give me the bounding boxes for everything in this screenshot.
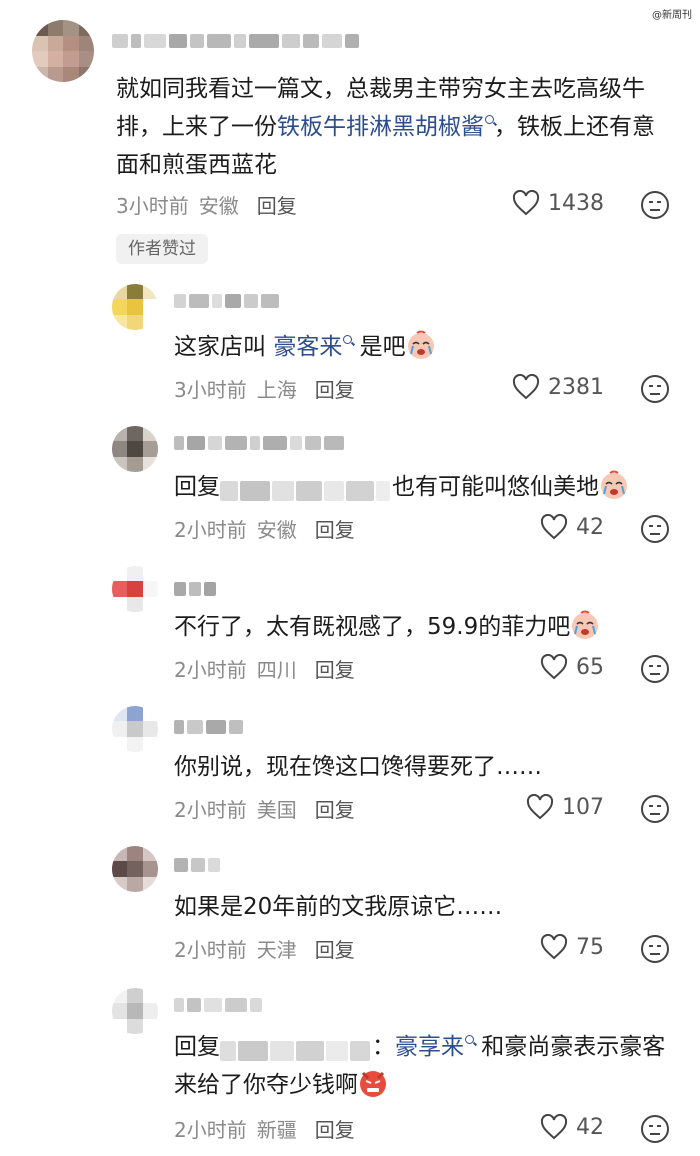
crying-emoji-icon bbox=[572, 610, 599, 639]
comment-text: 你别说，现在馋这口馋得要死了…… bbox=[174, 754, 542, 780]
like-button[interactable]: 75 bbox=[540, 934, 604, 960]
username-blurred[interactable] bbox=[112, 30, 359, 52]
dislike-face-icon[interactable] bbox=[640, 794, 670, 824]
avatar[interactable] bbox=[112, 988, 158, 1034]
location: 四川 bbox=[256, 658, 297, 682]
reply-button[interactable]: 回复 bbox=[315, 374, 355, 403]
watermark: @新周刊 bbox=[652, 10, 692, 21]
username-blurred[interactable] bbox=[174, 854, 220, 876]
username-blurred[interactable] bbox=[174, 994, 262, 1016]
angry-emoji-icon bbox=[360, 1070, 386, 1097]
comment-text: 回复 ：豪享来 和豪尚豪表示豪客来给了你夺少钱啊 bbox=[174, 1034, 666, 1098]
search-link[interactable]: 铁板牛排淋黑胡椒酱 bbox=[277, 114, 494, 140]
username-blurred[interactable] bbox=[174, 290, 279, 312]
avatar[interactable] bbox=[112, 566, 158, 612]
heart-outline-icon bbox=[540, 514, 568, 540]
location: 安徽 bbox=[256, 518, 297, 542]
like-button[interactable]: 2381 bbox=[512, 374, 604, 400]
heart-outline-icon bbox=[526, 794, 554, 820]
timestamp: 3小时前 bbox=[174, 378, 247, 402]
comment-text: 回复 也有可能叫悠仙美地 bbox=[174, 468, 674, 506]
like-button[interactable]: 107 bbox=[526, 794, 604, 820]
comment-meta: 3小时前 安徽 回复 bbox=[116, 190, 297, 219]
dislike-face-icon[interactable] bbox=[640, 190, 670, 220]
dislike-face-icon[interactable] bbox=[640, 514, 670, 544]
search-link[interactable]: 豪享来 bbox=[395, 1034, 474, 1060]
dislike-face-icon[interactable] bbox=[640, 934, 670, 964]
username-blurred[interactable] bbox=[174, 578, 216, 600]
avatar[interactable] bbox=[112, 706, 158, 752]
location: 安徽 bbox=[198, 194, 239, 218]
like-count: 42 bbox=[576, 514, 604, 540]
location: 美国 bbox=[256, 798, 297, 822]
timestamp: 2小时前 bbox=[174, 938, 247, 962]
search-icon bbox=[343, 335, 353, 344]
comment-text: 就如同我看过一篇文，总裁男主带穷女主去吃高级牛排，上来了一份铁板牛排淋黑胡椒酱，… bbox=[116, 76, 655, 178]
reply-button[interactable]: 回复 bbox=[315, 794, 355, 823]
reply-button[interactable]: 回复 bbox=[315, 514, 355, 543]
comment-text: 这家店叫 豪客来 是吧 bbox=[174, 328, 674, 366]
comment-meta: 2小时前 天津 回复 bbox=[174, 934, 355, 963]
comment-meta: 2小时前 美国 回复 bbox=[174, 794, 355, 823]
like-count: 1438 bbox=[548, 190, 604, 216]
like-button[interactable]: 1438 bbox=[512, 190, 604, 216]
timestamp: 2小时前 bbox=[174, 518, 247, 542]
crying-emoji-icon bbox=[407, 330, 434, 359]
location: 上海 bbox=[256, 378, 297, 402]
timestamp: 2小时前 bbox=[174, 658, 247, 682]
timestamp: 2小时前 bbox=[174, 798, 247, 822]
reply-button[interactable]: 回复 bbox=[315, 1114, 355, 1143]
comment-text: 如果是20年前的文我原谅它…… bbox=[174, 894, 503, 920]
timestamp: 3小时前 bbox=[116, 194, 189, 218]
search-link[interactable]: 豪客来 bbox=[273, 334, 353, 360]
comment-meta: 2小时前 新疆 回复 bbox=[174, 1114, 355, 1143]
dislike-face-icon[interactable] bbox=[640, 654, 670, 684]
like-count: 2381 bbox=[548, 374, 604, 400]
crying-emoji-icon bbox=[601, 470, 627, 499]
avatar[interactable] bbox=[112, 426, 158, 472]
reply-button[interactable]: 回复 bbox=[315, 934, 355, 963]
avatar[interactable] bbox=[112, 846, 158, 892]
location: 天津 bbox=[256, 938, 297, 962]
heart-outline-icon bbox=[540, 934, 568, 960]
username-blurred[interactable] bbox=[174, 716, 243, 738]
heart-outline-icon bbox=[540, 1114, 568, 1140]
like-button[interactable]: 42 bbox=[540, 514, 604, 540]
comment-meta: 2小时前 安徽 回复 bbox=[174, 514, 355, 543]
reply-button[interactable]: 回复 bbox=[257, 190, 297, 219]
like-button[interactable]: 42 bbox=[540, 1114, 604, 1140]
author-liked-badge: 作者赞过 bbox=[116, 234, 208, 264]
location: 新疆 bbox=[256, 1118, 297, 1142]
search-icon bbox=[465, 1035, 474, 1044]
like-count: 107 bbox=[562, 794, 604, 820]
mentioned-user-blurred[interactable] bbox=[220, 475, 392, 501]
like-count: 65 bbox=[576, 654, 604, 680]
username-blurred[interactable] bbox=[174, 432, 344, 454]
avatar[interactable] bbox=[32, 20, 94, 82]
timestamp: 2小时前 bbox=[174, 1118, 247, 1142]
like-count: 42 bbox=[576, 1114, 604, 1140]
like-count: 75 bbox=[576, 934, 604, 960]
heart-outline-icon bbox=[540, 654, 568, 680]
search-icon bbox=[485, 115, 494, 124]
dislike-face-icon[interactable] bbox=[640, 374, 670, 404]
heart-outline-icon bbox=[512, 190, 540, 216]
avatar[interactable] bbox=[112, 284, 158, 330]
heart-outline-icon bbox=[512, 374, 540, 400]
dislike-face-icon[interactable] bbox=[640, 1114, 670, 1144]
like-button[interactable]: 65 bbox=[540, 654, 604, 680]
comment-meta: 3小时前 上海 回复 bbox=[174, 374, 355, 403]
comment-text: 不行了，太有既视感了，59.9的菲力吧 bbox=[174, 608, 674, 646]
comment-meta: 2小时前 四川 回复 bbox=[174, 654, 355, 683]
reply-button[interactable]: 回复 bbox=[315, 654, 355, 683]
mentioned-user-blurred[interactable] bbox=[220, 1035, 372, 1061]
